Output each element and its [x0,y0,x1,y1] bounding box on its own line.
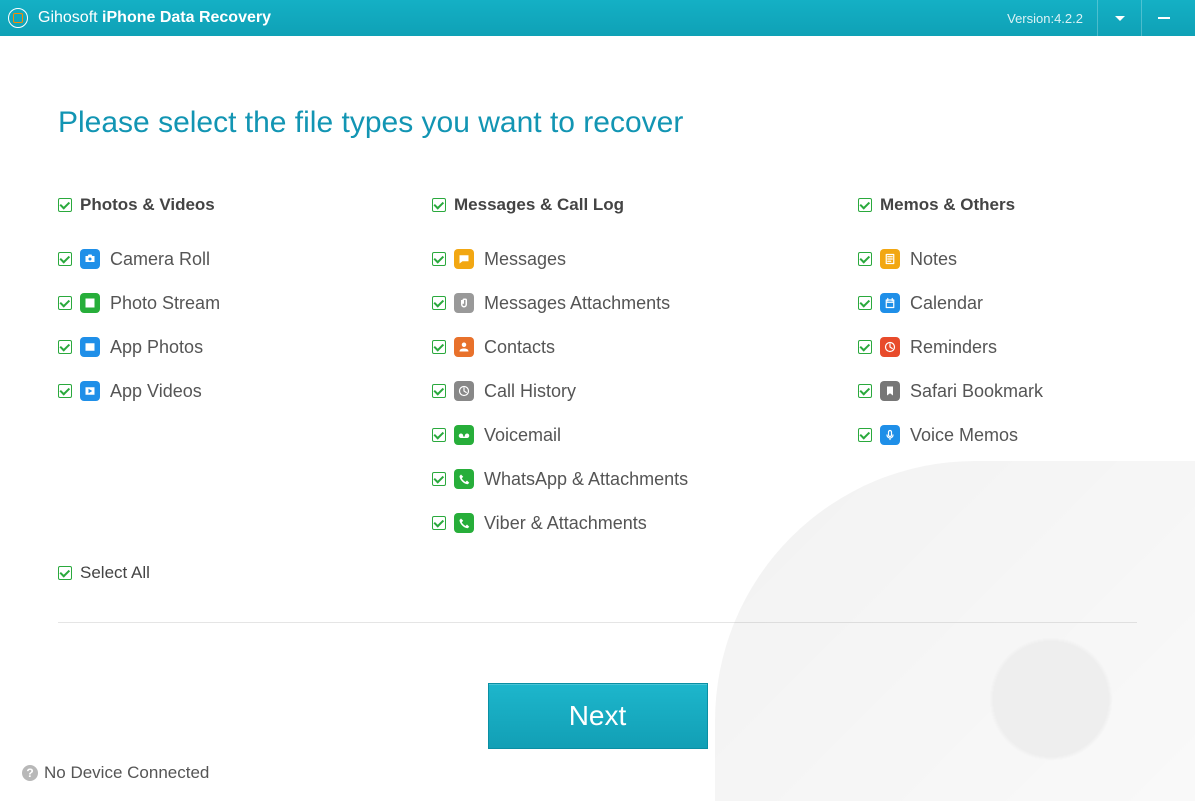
calendar-icon [880,293,900,313]
file-type-item[interactable]: Safari Bookmark [858,376,1137,406]
next-button[interactable]: Next [488,683,708,749]
bookmark-icon [880,381,900,401]
checkbox[interactable] [432,340,446,354]
group-messages-call-log: Messages & Call Log Messages Messages Att… [432,190,858,552]
file-type-item[interactable]: Messages [432,244,858,274]
app-logo-icon [8,8,28,28]
file-type-item[interactable]: Photo Stream [58,288,432,318]
image-icon [80,337,100,357]
checkbox[interactable] [858,340,872,354]
checkbox[interactable] [858,296,872,310]
file-type-item[interactable]: Voicemail [432,420,858,450]
checkbox[interactable] [432,428,446,442]
help-icon[interactable]: ? [22,765,38,781]
file-type-item[interactable]: Messages Attachments [432,288,858,318]
item-label: Voicemail [484,425,561,446]
photo-icon [80,293,100,313]
reminders-icon [880,337,900,357]
item-label: Voice Memos [910,425,1018,446]
item-label: Viber & Attachments [484,513,647,534]
group-header[interactable]: Memos & Others [858,190,1137,220]
video-icon [80,381,100,401]
checkbox[interactable] [858,384,872,398]
item-label: Contacts [484,337,555,358]
voicemail-icon [454,425,474,445]
checkbox[interactable] [58,384,72,398]
item-label: App Photos [110,337,203,358]
app-product: iPhone Data Recovery [102,9,271,26]
item-label: Messages Attachments [484,293,670,314]
page-title: Please select the file types you want to… [58,106,1137,140]
dropdown-button[interactable] [1097,0,1141,36]
file-type-item[interactable]: App Videos [58,376,432,406]
group-memos-others: Memos & Others Notes Calendar Reminders Saf… [858,190,1137,552]
checkbox[interactable] [58,340,72,354]
main-content: Please select the file types you want to… [0,36,1195,801]
file-type-item[interactable]: App Photos [58,332,432,362]
checkbox[interactable] [432,384,446,398]
chevron-down-icon [1115,16,1125,21]
mic-icon [880,425,900,445]
title-bar: Gihosoft iPhone Data Recovery Version:4.… [0,0,1195,36]
version-label: Version:4.2.2 [1007,11,1083,26]
group-label: Photos & Videos [80,195,215,215]
app-brand: Gihosoft [38,9,98,26]
checkbox[interactable] [432,472,446,486]
select-all-label: Select All [80,563,150,583]
item-label: App Videos [110,381,202,402]
group-photos-videos: Photos & Videos Camera Roll Photo Stream A… [58,190,432,552]
contact-icon [454,337,474,357]
file-type-item[interactable]: Calendar [858,288,1137,318]
notes-icon [880,249,900,269]
item-label: Notes [910,249,957,270]
group-header[interactable]: Messages & Call Log [432,190,858,220]
item-label: Camera Roll [110,249,210,270]
file-type-columns: Photos & Videos Camera Roll Photo Stream A… [58,190,1137,552]
phone-icon [454,469,474,489]
item-label: WhatsApp & Attachments [484,469,688,490]
item-label: Calendar [910,293,983,314]
file-type-item[interactable]: Voice Memos [858,420,1137,450]
checkbox[interactable] [858,252,872,266]
item-label: Reminders [910,337,997,358]
status-bar: ? No Device Connected [22,763,209,783]
minimize-icon [1158,17,1170,19]
item-label: Safari Bookmark [910,381,1043,402]
checkbox[interactable] [432,198,446,212]
callhistory-icon [454,381,474,401]
item-label: Photo Stream [110,293,220,314]
file-type-item[interactable]: Reminders [858,332,1137,362]
checkbox[interactable] [58,198,72,212]
file-type-item[interactable]: Camera Roll [58,244,432,274]
file-type-item[interactable]: Notes [858,244,1137,274]
message-icon [454,249,474,269]
file-type-item[interactable]: Contacts [432,332,858,362]
group-label: Memos & Others [880,195,1015,215]
checkbox[interactable] [858,198,872,212]
checkbox[interactable] [58,252,72,266]
app-title: Gihosoft iPhone Data Recovery [38,9,271,27]
checkbox[interactable] [432,516,446,530]
group-label: Messages & Call Log [454,195,624,215]
group-header[interactable]: Photos & Videos [58,190,432,220]
select-all-row[interactable]: Select All [58,558,1137,588]
checkbox[interactable] [432,296,446,310]
attachment-icon [454,293,474,313]
camera-icon [80,249,100,269]
checkbox[interactable] [58,566,72,580]
phone-icon [454,513,474,533]
file-type-item[interactable]: Call History [432,376,858,406]
minimize-button[interactable] [1141,0,1185,36]
file-type-item[interactable]: WhatsApp & Attachments [432,464,858,494]
item-label: Messages [484,249,566,270]
item-label: Call History [484,381,576,402]
checkbox[interactable] [432,252,446,266]
file-type-item[interactable]: Viber & Attachments [432,508,858,538]
select-all-section: Select All [58,558,1137,623]
checkbox[interactable] [58,296,72,310]
status-text: No Device Connected [44,763,209,783]
checkbox[interactable] [858,428,872,442]
